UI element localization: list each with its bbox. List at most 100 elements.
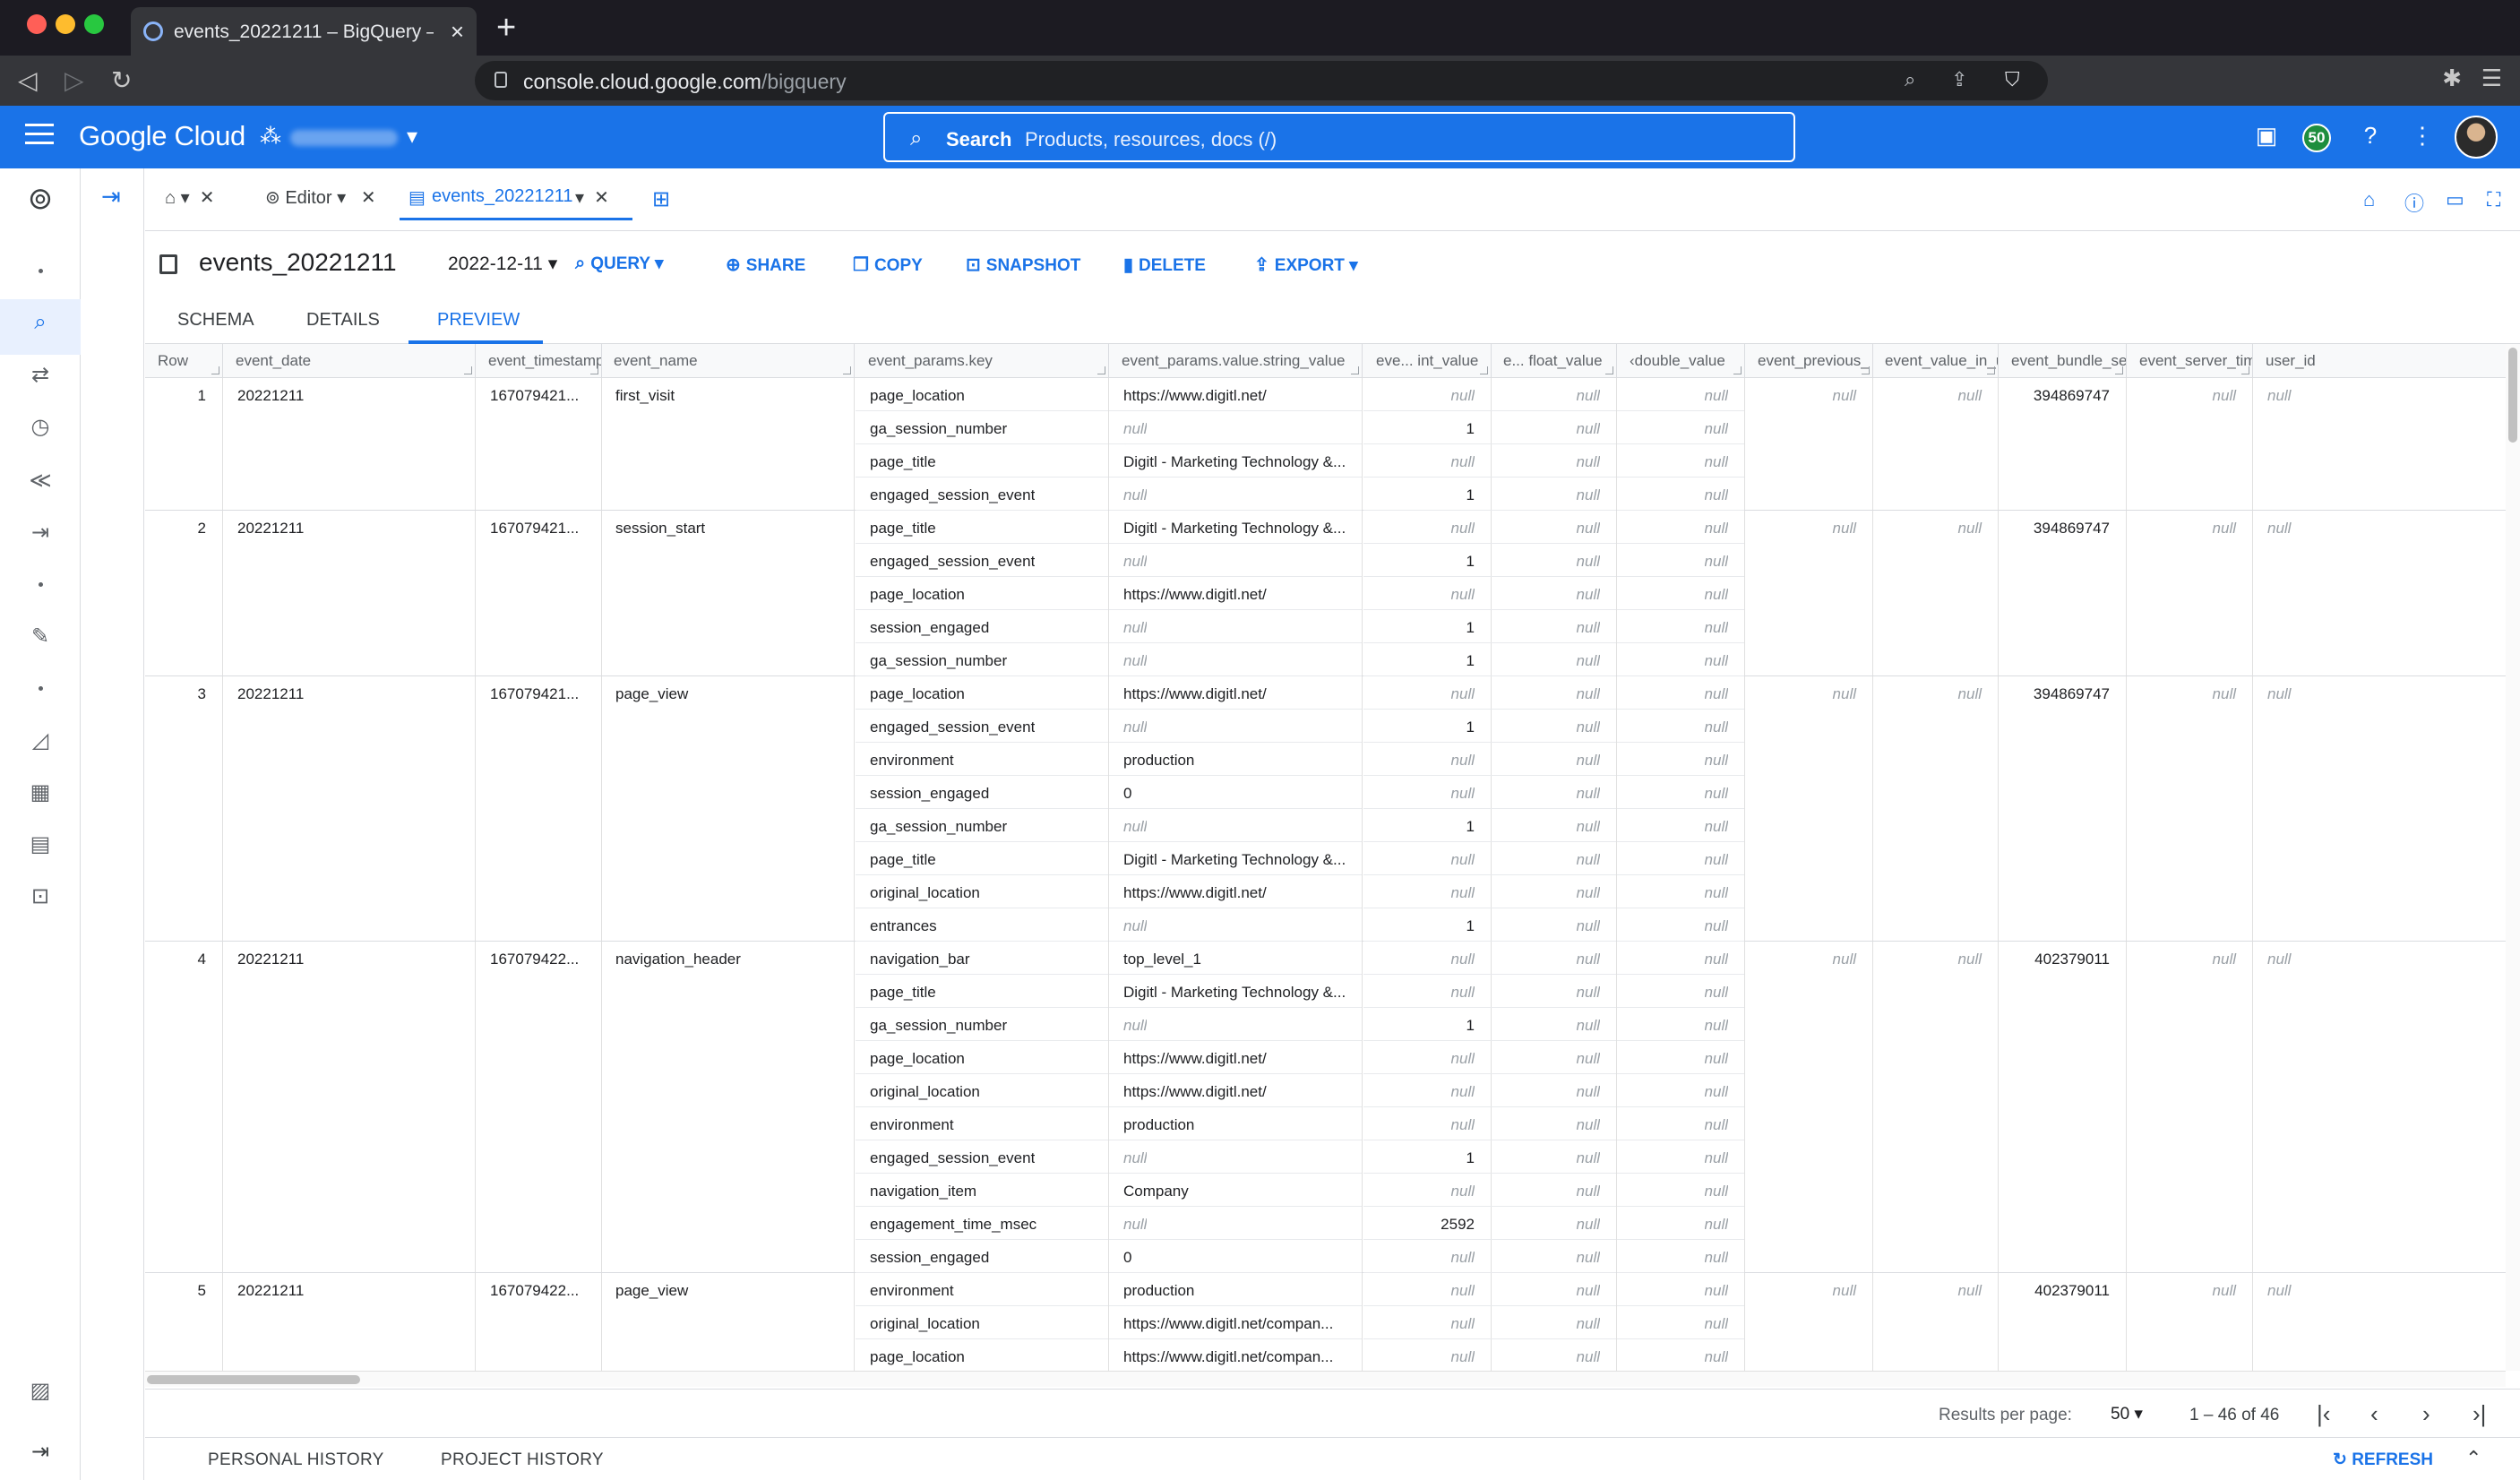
column-header-event-date-col[interactable]: event_date — [223, 344, 476, 378]
new-query-tab-icon[interactable]: ⊞ — [652, 186, 670, 212]
scheduled-queries-icon[interactable]: ◷ — [0, 414, 81, 440]
address-bar[interactable]: console.cloud.google.com/bigquery ⌕ ⇪ ⛉ — [475, 61, 2048, 100]
param-subrow: null — [1617, 1240, 1744, 1273]
bigquery-logo-icon[interactable]: ⊚ — [0, 181, 81, 217]
snapshot-button[interactable]: ⊡ SNAPSHOT — [966, 254, 1080, 276]
share-page-icon[interactable]: ⇪ — [1951, 68, 1967, 91]
explorer-search-icon[interactable]: ⌕ — [0, 310, 81, 335]
column-header-event-name-col[interactable]: event_name — [601, 344, 855, 378]
last-page-icon[interactable]: ›| — [2473, 1400, 2486, 1428]
transfers-icon[interactable]: ⇄ — [0, 362, 81, 388]
param-subrow: 1 — [1363, 411, 1491, 444]
tab-editor[interactable]: ⊚ Editor ▾ ✕ — [265, 186, 376, 209]
first-page-icon[interactable]: |‹ — [2317, 1400, 2330, 1428]
project-picker[interactable]: ⁂ ▾ — [260, 124, 417, 150]
release-notes-icon[interactable]: ▨ — [0, 1378, 81, 1404]
collapse-history-icon[interactable]: ⌃ — [2465, 1447, 2481, 1470]
table-row[interactable]: 5 20221211 167079422... page_view environmen… — [145, 1273, 2506, 1371]
home-icon[interactable]: ⌂ — [2363, 188, 2375, 211]
table-row[interactable]: 1 20221211 167079421... first_visit page_loc… — [145, 378, 2506, 511]
notification-badge[interactable]: 50 — [2302, 124, 2331, 152]
info-icon[interactable]: ⓘ — [2404, 188, 2424, 217]
maximize-window-button[interactable] — [84, 14, 104, 34]
wrench-icon[interactable]: ✎ — [0, 624, 81, 650]
fullscreen-icon[interactable]: ⛶ — [2487, 188, 2500, 211]
column-header-event-timestamp-col[interactable]: event_timestamp — [476, 344, 602, 378]
minimize-window-button[interactable] — [56, 14, 75, 34]
reload-icon[interactable]: ↻ — [111, 66, 132, 95]
table-row[interactable]: 4 20221211 167079422... navigation_header na… — [145, 942, 2506, 1273]
tab-personal-history[interactable]: PERSONAL HISTORY — [208, 1450, 384, 1470]
column-header-param-int-col[interactable]: eve... int_value — [1363, 344, 1492, 378]
home-tab-icon[interactable]: ⌂ ▾ ✕ — [165, 186, 215, 209]
table-row[interactable]: 3 20221211 167079421... page_view page_locat… — [145, 676, 2506, 942]
previous-cell: null — [1745, 378, 1873, 510]
param-double-value: null — [1704, 785, 1728, 802]
column-header-event-bundle-col[interactable]: event_bundle_se — [1999, 344, 2127, 378]
param-key-cell: navigation_bar page_title ga_session_numbe… — [856, 942, 1109, 1273]
column-header-param-double-col[interactable]: ‹double_value — [1617, 344, 1745, 378]
column-header-event-server-time-col[interactable]: event_server_tim — [2127, 344, 2253, 378]
query-button[interactable]: ⌕ QUERY ▾ — [575, 254, 664, 274]
param-key-value: page_title — [870, 453, 936, 470]
column-header-param-key-col[interactable]: event_params.key — [856, 344, 1109, 378]
event-name-cell: navigation_header — [601, 942, 855, 1272]
new-tab-button[interactable]: + — [496, 9, 516, 47]
tab-schema[interactable]: SCHEMA — [177, 310, 254, 331]
zoom-icon[interactable]: ⌕ — [1905, 68, 1915, 91]
capacity-icon[interactable]: ▦ — [0, 779, 81, 805]
param-subrow: null — [1617, 444, 1744, 478]
snapshot-icon: ⊡ — [966, 255, 981, 275]
table-row[interactable]: 2 20221211 167079421... session_start page_t… — [145, 511, 2506, 676]
refresh-button[interactable]: ↻ REFRESH — [2333, 1450, 2433, 1470]
results-per-page-select[interactable]: 50 ▾ — [2111, 1404, 2143, 1424]
close-tab-icon[interactable]: ▾ ✕ — [575, 186, 609, 209]
keyboard-icon[interactable]: ▭ — [2446, 188, 2464, 211]
prev-page-icon[interactable]: ‹ — [2370, 1400, 2378, 1428]
bi-engine-icon[interactable]: ▤ — [0, 831, 81, 857]
param-subrow: https://www.digitl.net/compan... — [1109, 1306, 1362, 1339]
browser-tab[interactable]: events_20221211 – BigQuery – × — [131, 7, 477, 56]
export-button[interactable]: ⇪ EXPORT ▾ — [1254, 254, 1358, 276]
more-options-icon[interactable]: ⋮ — [2406, 122, 2438, 150]
tab-events-table[interactable]: ▤ events_20221211 ▾ ✕ — [400, 181, 632, 220]
cloud-shell-icon[interactable]: ▣ — [2250, 122, 2283, 150]
param-key-value: session_engaged — [870, 1249, 990, 1266]
column-header-event-previous-col[interactable]: event_previous_ — [1745, 344, 1873, 378]
dataform-icon[interactable]: ⇥ — [0, 520, 81, 546]
close-tab-icon[interactable]: × — [451, 18, 464, 46]
search-bar[interactable]: ⌕ Search Products, resources, docs (/) — [883, 112, 1795, 162]
param-double-value: null — [1704, 1348, 1728, 1365]
horizontal-scrollbar[interactable] — [145, 1371, 2506, 1387]
copy-button[interactable]: ❐ COPY — [853, 254, 923, 276]
tab-details[interactable]: DETAILS — [306, 310, 380, 331]
column-header-user-id-col[interactable]: user_id — [2253, 344, 2506, 378]
extensions-icon[interactable]: ✱ ☰ — [2442, 65, 2502, 92]
next-page-icon[interactable]: › — [2422, 1400, 2430, 1428]
menu-icon[interactable] — [25, 124, 54, 145]
help-icon[interactable]: ? — [2354, 122, 2387, 150]
column-header-param-float-col[interactable]: e... float_value — [1491, 344, 1617, 378]
lock-policy-icon[interactable]: ⊡ — [0, 883, 81, 909]
expand-rail-icon[interactable]: ⇥ — [0, 1439, 81, 1465]
param-subrow: null — [1617, 1107, 1744, 1140]
param-subrow: null — [1491, 676, 1616, 710]
column-header-param-string-col[interactable]: event_params.value.string_value — [1109, 344, 1363, 378]
vertical-scrollbar[interactable] — [2506, 344, 2520, 1371]
column-header-row-col[interactable]: Row — [145, 344, 223, 378]
share-button[interactable]: ⊕ SHARE — [726, 254, 805, 276]
close-window-button[interactable] — [27, 14, 47, 34]
analytics-hub-icon[interactable]: ≪ — [0, 468, 81, 494]
back-icon[interactable]: ◁ — [18, 66, 38, 95]
monitoring-chart-icon[interactable]: ◿ — [0, 727, 81, 753]
column-header-event-value-usd-col[interactable]: event_value_in_u — [1872, 344, 1999, 378]
google-cloud-logo[interactable]: Google Cloud — [79, 120, 245, 152]
expand-explorer-icon[interactable]: ⇥ — [101, 183, 121, 211]
delete-button[interactable]: ▮ DELETE — [1123, 254, 1206, 276]
partition-date-select[interactable]: 2022-12-11 ▾ — [448, 253, 557, 275]
brave-shield-icon[interactable]: ⛉ — [2005, 68, 2020, 91]
tab-project-history[interactable]: PROJECT HISTORY — [441, 1450, 604, 1470]
forward-icon[interactable]: ▷ — [65, 66, 84, 95]
avatar[interactable] — [2455, 116, 2498, 159]
tab-preview[interactable]: PREVIEW — [437, 310, 520, 331]
